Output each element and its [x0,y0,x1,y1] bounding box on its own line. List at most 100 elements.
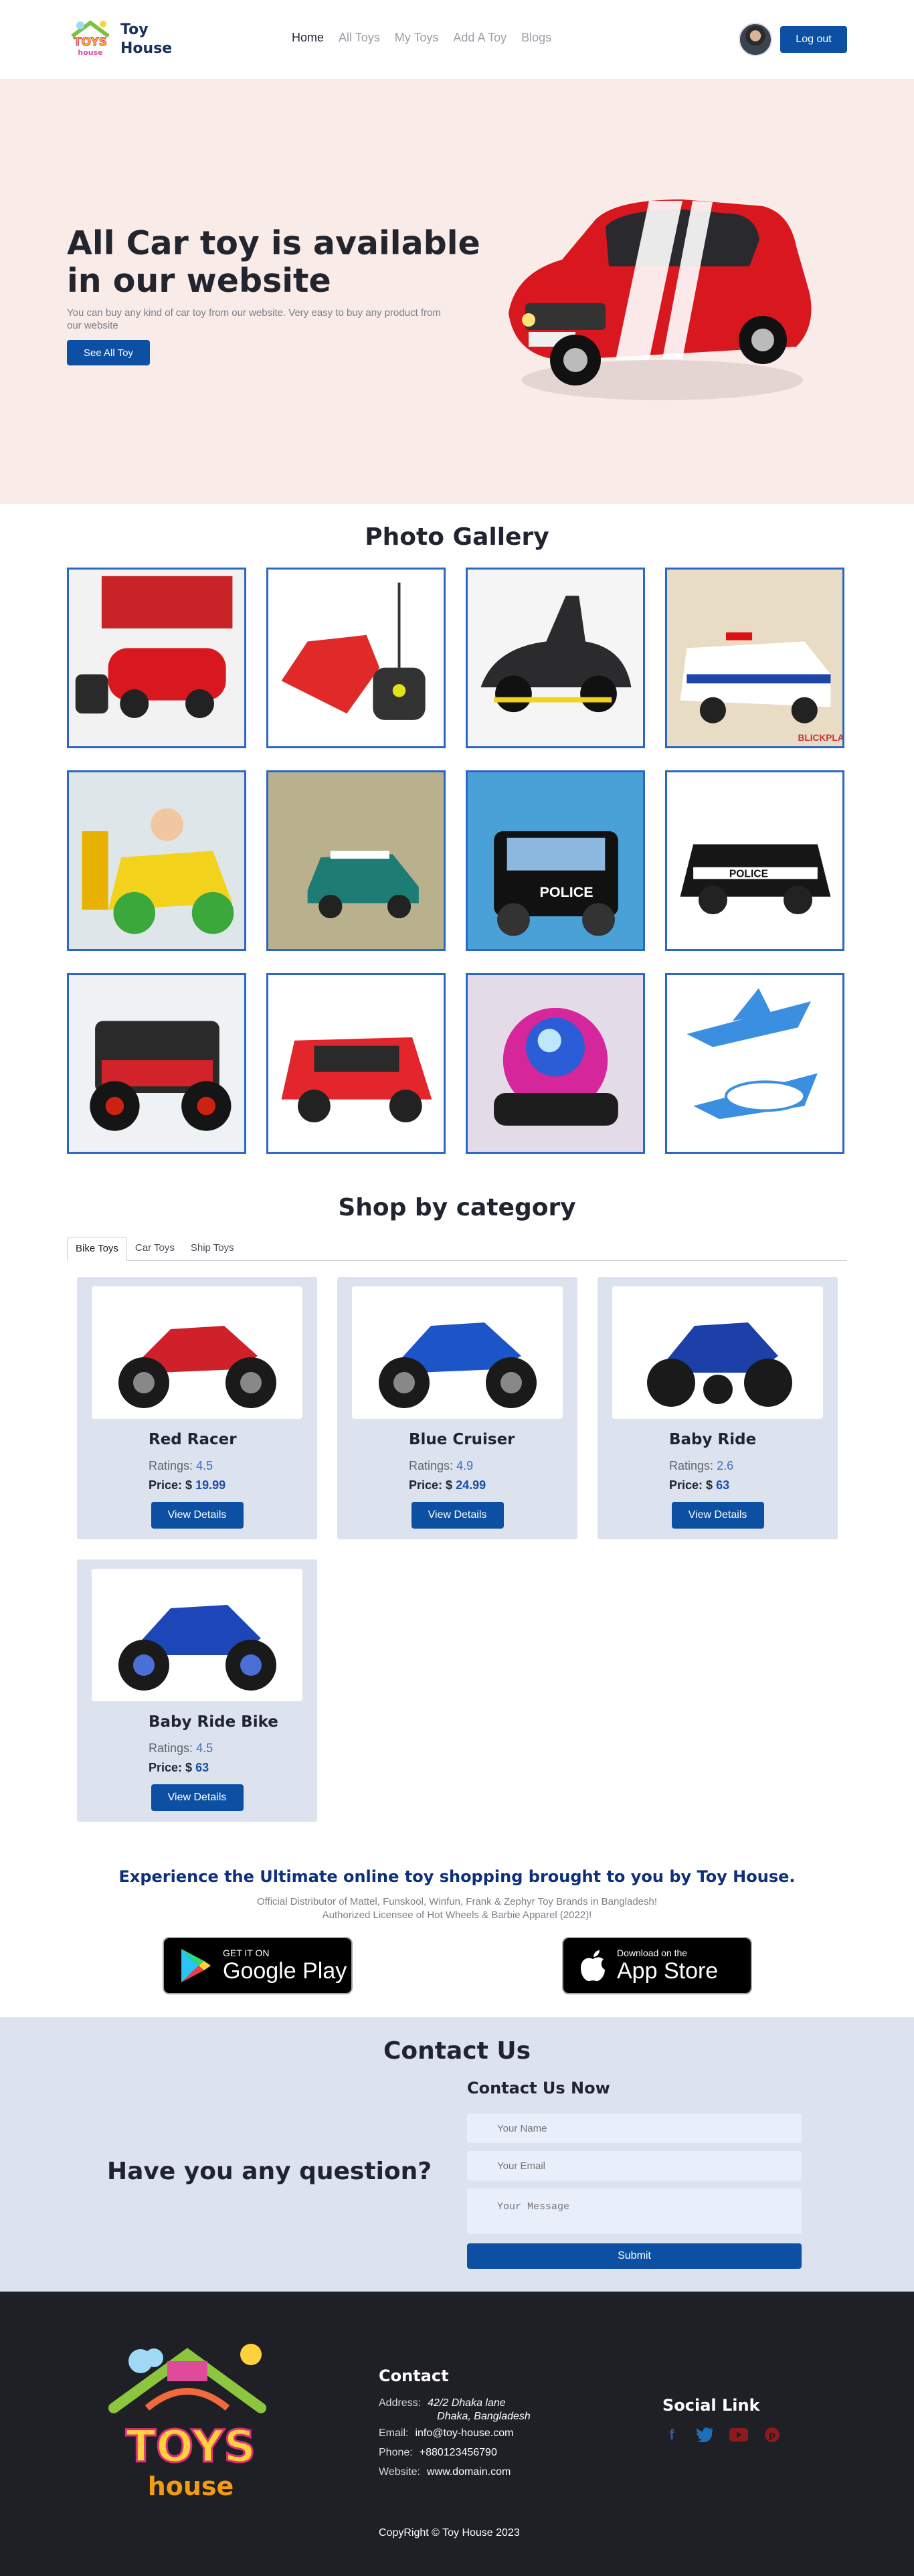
price-label: Price: $ [149,1478,193,1492]
price-value: 19.99 [195,1478,226,1492]
nav-add-toy[interactable]: Add A Toy [453,31,507,45]
svg-text:TOYS: TOYS [126,2421,256,2472]
ratings-label: Ratings: [149,1459,193,1472]
phone-value[interactable]: +880123456790 [420,2443,497,2462]
svg-text:POLICE: POLICE [540,884,593,900]
app-store-text: Download on the App Store [617,1948,718,1984]
product-name: Baby Ride [669,1431,757,1448]
see-all-toy-button[interactable]: See All Toy [67,340,150,365]
view-details-button[interactable]: View Details [151,1502,244,1529]
address-value: 42/2 Dhaka lane Dhaka, Bangladesh [428,2393,531,2423]
footer-website: Website: www.domain.com [379,2462,531,2482]
brand-logo[interactable]: TOYS house Toy House [67,16,172,63]
tab-ship-toys[interactable]: Ship Toys [183,1237,242,1261]
svg-text:TOYS: TOYS [74,35,107,49]
product-rating: Ratings: 4.5 [92,1741,302,1755]
gallery-image-mini-cooper[interactable] [266,770,446,951]
product-image [92,1286,302,1419]
svg-text:house: house [148,2472,234,2501]
gallery-image-red-buggy[interactable] [67,973,246,1154]
google-play-big: Google Play [223,1958,347,1984]
google-play-text: GET IT ON Google Play [223,1948,347,1984]
email-input[interactable] [467,2151,802,2180]
submit-button[interactable]: Submit [467,2243,802,2269]
photo-gallery: BLICKPLAY POLICE POLICE [67,568,844,1154]
gallery-image-light-up-car[interactable] [466,973,645,1154]
product-image [612,1286,823,1419]
footer-contact-title: Contact [379,2367,449,2385]
footer-email: Email: info@toy-house.com [379,2423,531,2443]
product-image [92,1569,302,1701]
website-value[interactable]: www.domain.com [427,2462,511,2482]
toys-house-logo: TOYS house [108,2344,266,2501]
view-details-button[interactable]: View Details [411,1502,504,1529]
address-line1: 42/2 Dhaka lane [428,2397,506,2409]
product-image [352,1286,563,1419]
product-price: Price: $ 19.99 [92,1478,302,1492]
name-input[interactable] [467,2114,802,2143]
promo-subtitle: Official Distributor of Mattel, Funskool… [256,1896,658,1921]
footer-contact: Contact Address: 42/2 Dhaka lane Dhaka, … [379,2367,531,2482]
nav-home[interactable]: Home [292,31,324,45]
email-value[interactable]: info@toy-house.com [415,2423,513,2443]
user-avatar[interactable] [739,23,772,56]
social-title: Social Link [662,2396,760,2415]
brand-line1: Toy [120,21,149,38]
gallery-image-rc-car-remote[interactable] [266,568,446,748]
facebook-icon[interactable]: f [662,2425,681,2444]
contact-form-title: Contact Us Now [467,2079,610,2097]
copyright: CopyRight © Toy House 2023 [379,2527,520,2539]
google-play-badge[interactable]: GET IT ON Google Play [163,1937,353,1994]
message-textarea[interactable] [467,2188,802,2234]
footer-address: Address: 42/2 Dhaka lane Dhaka, Banglade… [379,2393,531,2423]
gallery-image-police-car[interactable]: POLICE [665,770,844,951]
apple-icon [581,1950,605,1982]
nav-blogs[interactable]: Blogs [521,31,551,45]
gallery-image-kids-ride-car[interactable] [67,770,246,951]
logout-button[interactable]: Log out [780,26,847,53]
price-value: 63 [716,1478,730,1492]
footer: TOYS house Contact Address: 42/2 Dhaka l… [0,2292,914,2576]
gallery-image-police-van[interactable]: BLICKPLAY [665,568,844,748]
contact-title: Contact Us [383,2037,531,2065]
footer-social: Social Link f p [662,2396,782,2444]
rating-value: 4.9 [456,1459,474,1472]
category-tabs: Bike Toys Car Toys Ship Toys [67,1237,847,1261]
tab-bike-toys[interactable]: Bike Toys [67,1237,127,1261]
nav-all-toys[interactable]: All Toys [339,31,380,45]
price-value: 24.99 [456,1478,486,1492]
social-icons: f p [662,2425,782,2444]
hero-subtitle: You can buy any kind of car toy from our… [67,307,441,331]
view-details-button[interactable]: View Details [151,1784,244,1811]
gallery-image-red-range-rover[interactable] [266,973,446,1154]
nav-my-toys[interactable]: My Toys [395,31,439,45]
contact-section: Contact Us Have you any question? Contac… [0,2017,914,2292]
gallery-image-police-jeep[interactable]: POLICE [466,770,645,951]
product-price: Price: $ 63 [612,1478,823,1492]
pinterest-icon[interactable]: p [763,2425,782,2444]
tab-car-toys[interactable]: Car Toys [127,1237,183,1261]
phone-label: Phone: [379,2447,413,2458]
address-label: Address: [379,2397,422,2409]
youtube-icon[interactable] [729,2425,748,2444]
rating-value: 2.6 [717,1459,734,1472]
product-card: Blue Cruiser Ratings: 4.9 Price: $ 24.99… [337,1277,577,1539]
gallery-image-toy-planes[interactable] [665,973,844,1154]
svg-text:BLICKPLAY: BLICKPLAY [798,733,842,743]
twitter-icon[interactable] [696,2425,715,2444]
brand-line2: House [120,40,173,57]
gallery-image-sport-car-box[interactable] [67,568,246,748]
google-play-icon [181,1949,211,1982]
website-label: Website: [379,2466,420,2478]
view-details-button[interactable]: View Details [671,1502,764,1529]
app-store-badge[interactable]: Download on the App Store [562,1937,752,1994]
price-label: Price: $ [149,1761,193,1774]
app-store-big: App Store [617,1958,719,1984]
contact-form: Contact Us Now Submit [467,2079,802,2269]
blue-motorbike-icon [378,1322,537,1408]
product-card: Red Racer Ratings: 4.5 Price: $ 19.99 Vi… [77,1277,317,1539]
product-card: Baby Ride Bike Ratings: 4.5 Price: $ 63 … [77,1559,317,1822]
price-label: Price: $ [669,1478,713,1492]
gallery-image-black-supercar[interactable] [466,568,645,748]
brand-name: Toy House [120,21,172,58]
